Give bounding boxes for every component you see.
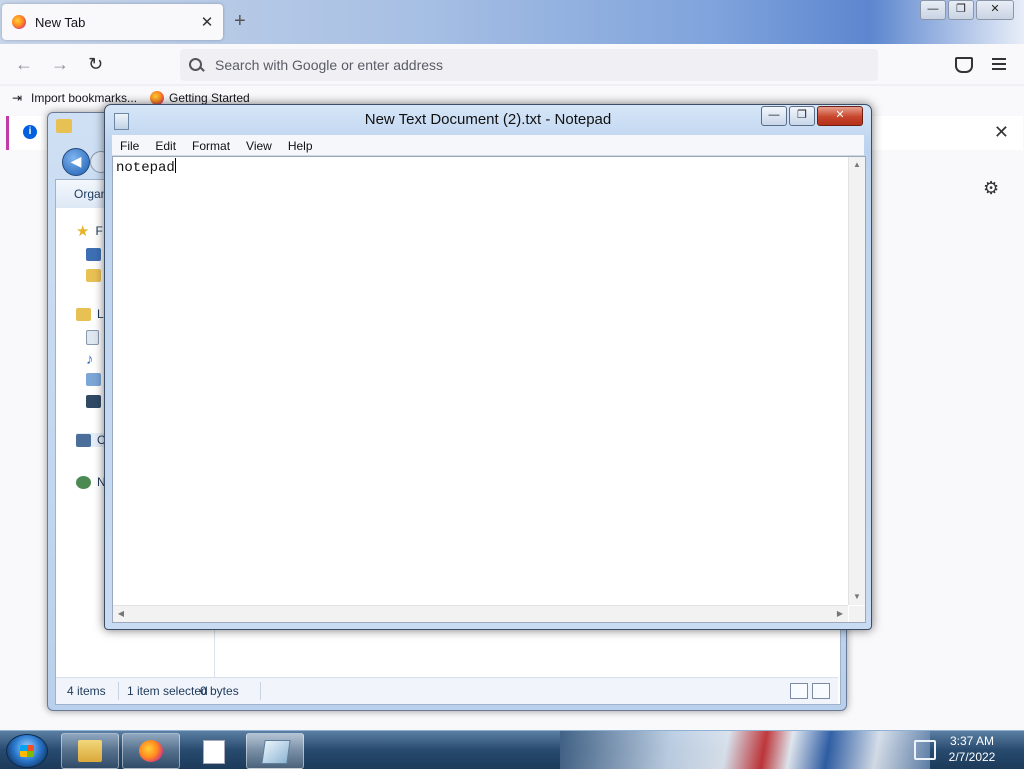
taskbar-explorer[interactable] <box>61 733 119 769</box>
nav-music[interactable]: ♪ <box>86 351 94 368</box>
videos-icon <box>86 395 101 408</box>
hamburger-menu-icon[interactable] <box>992 58 1006 73</box>
music-icon: ♪ <box>86 351 94 368</box>
notification-close-button[interactable]: ✕ <box>994 122 1009 143</box>
system-clock[interactable]: 3:37 AM 2/7/2022 <box>940 733 1004 765</box>
firefox-close-button[interactable]: ✕ <box>976 0 1014 20</box>
address-placeholder: Search with Google or enter address <box>215 57 444 73</box>
firefox-restore-button[interactable]: ❐ <box>948 0 974 20</box>
bookmark-import[interactable]: ⇥ Import bookmarks... <box>12 91 137 105</box>
taskbar-firefox[interactable] <box>122 733 180 769</box>
network-tray-icon[interactable] <box>914 740 936 760</box>
taskbar-wallpaper <box>560 731 930 769</box>
nav-documents[interactable] <box>86 330 99 345</box>
tab-title: New Tab <box>35 14 86 30</box>
scroll-up-arrow-icon[interactable]: ▲ <box>849 157 865 173</box>
menu-format[interactable]: Format <box>184 135 238 155</box>
downloads-folder-icon <box>86 269 101 282</box>
forward-arrow-icon[interactable]: → <box>51 54 69 75</box>
status-divider <box>118 682 119 700</box>
menu-help[interactable]: Help <box>280 135 321 155</box>
start-button[interactable] <box>6 734 48 768</box>
network-icon <box>76 475 91 489</box>
notepad-close-button[interactable]: ✕ <box>817 106 863 126</box>
notepad-icon <box>261 740 291 764</box>
nav-downloads[interactable] <box>86 269 101 282</box>
bookmark-getting-started[interactable]: Getting Started <box>150 91 250 105</box>
menu-file[interactable]: File <box>112 135 147 155</box>
scrollbar-corner <box>849 606 865 622</box>
info-icon: i <box>23 125 37 139</box>
nav-favorites[interactable]: ★ F <box>76 222 103 240</box>
notepad-window: New Text Document (2).txt - Notepad — ❐ … <box>104 104 872 630</box>
scroll-left-arrow-icon[interactable]: ◀ <box>113 606 129 622</box>
clock-date: 2/7/2022 <box>948 750 996 764</box>
document-icon <box>203 740 225 764</box>
scroll-down-arrow-icon[interactable]: ▼ <box>849 589 865 605</box>
new-tab-button[interactable]: + <box>234 10 246 33</box>
documents-icon <box>86 330 99 345</box>
notepad-menu-bar: File Edit Format View Help <box>112 135 864 156</box>
clock-time: 3:37 AM <box>949 734 995 748</box>
desktop-icon <box>86 248 101 261</box>
import-icon: ⇥ <box>12 91 23 105</box>
pocket-icon[interactable] <box>955 57 973 73</box>
selection-count: 1 item selected <box>127 684 208 698</box>
firefox-icon <box>139 740 163 762</box>
notepad-title: New Text Document (2).txt - Notepad <box>364 111 612 128</box>
address-bar[interactable]: Search with Google or enter address <box>180 49 878 81</box>
view-options <box>790 683 830 699</box>
libraries-icon <box>76 307 91 321</box>
bookmark-label: Getting Started <box>169 91 250 105</box>
notepad-text-area[interactable]: notepad ▲ ▼ ◀ ▶ <box>112 156 866 623</box>
item-count: 4 items <box>67 684 106 698</box>
text-content-line: notepad <box>116 158 176 176</box>
reload-icon[interactable]: ↻ <box>88 54 103 75</box>
menu-view[interactable]: View <box>238 135 280 155</box>
computer-icon <box>76 433 91 447</box>
taskbar-text-file[interactable] <box>184 733 242 769</box>
back-arrow-icon[interactable]: ← <box>15 54 33 75</box>
star-icon: ★ <box>76 223 90 240</box>
details-view-icon[interactable] <box>790 683 808 699</box>
search-icon <box>189 58 203 72</box>
firefox-minimize-button[interactable]: — <box>920 0 946 20</box>
scroll-right-arrow-icon[interactable]: ▶ <box>832 606 848 622</box>
firefox-icon <box>150 91 164 105</box>
notepad-window-controls: — ❐ ✕ <box>759 106 863 126</box>
text-caret <box>174 158 176 173</box>
nav-videos[interactable] <box>86 395 101 408</box>
tab-close-button[interactable]: ✕ <box>197 13 217 31</box>
taskbar <box>0 730 1024 769</box>
pictures-icon <box>86 373 101 386</box>
back-button[interactable]: ◀ <box>62 148 90 176</box>
taskbar-notepad[interactable] <box>246 733 304 769</box>
notepad-maximize-button[interactable]: ❐ <box>789 106 815 126</box>
firefox-window-controls: — ❐ ✕ <box>918 0 1014 20</box>
bookmark-label: Import bookmarks... <box>31 91 138 105</box>
folder-icon <box>78 740 102 762</box>
document-text: notepad <box>116 160 175 176</box>
preview-pane-icon[interactable] <box>812 683 830 699</box>
nav-libraries[interactable]: Li <box>76 307 106 321</box>
vertical-scrollbar[interactable]: ▲ ▼ <box>848 157 865 605</box>
windows-logo-icon <box>20 745 34 757</box>
explorer-status-bar: 4 items 1 item selected 0 bytes <box>56 677 838 704</box>
firefox-tab-new-tab[interactable]: New Tab ✕ <box>2 4 223 40</box>
folder-icon <box>56 119 72 133</box>
nav-pictures[interactable] <box>86 373 101 386</box>
menu-edit[interactable]: Edit <box>147 135 184 155</box>
horizontal-scrollbar[interactable]: ◀ ▶ <box>113 605 848 622</box>
organize-label: Organ <box>74 187 108 201</box>
organize-button[interactable]: Organ <box>56 180 108 208</box>
selection-size: 0 bytes <box>200 684 239 698</box>
gear-icon[interactable]: ⚙ <box>983 178 999 199</box>
nav-desktop[interactable] <box>86 248 101 261</box>
status-divider <box>260 682 261 700</box>
notepad-minimize-button[interactable]: — <box>761 106 787 126</box>
nav-network[interactable]: N <box>76 475 106 489</box>
firefox-icon <box>12 15 26 29</box>
nav-label: F <box>95 224 103 238</box>
